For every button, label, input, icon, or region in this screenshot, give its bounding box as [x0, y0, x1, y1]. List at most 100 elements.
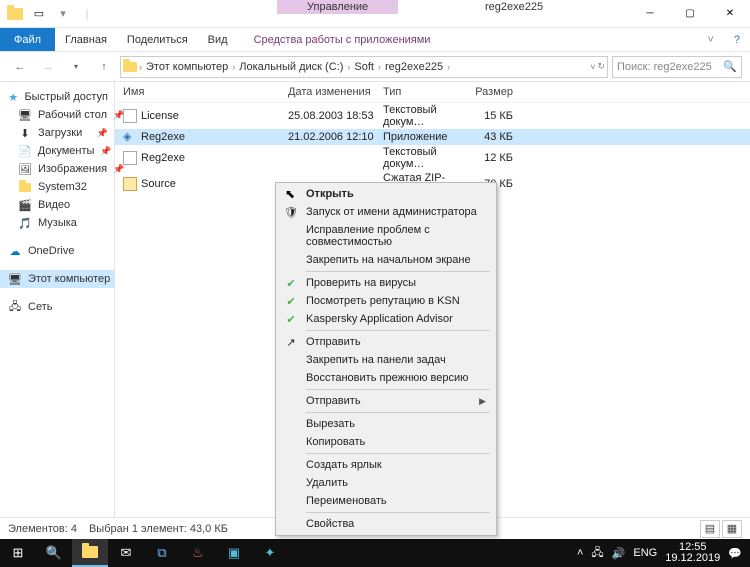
chevron-right-icon[interactable]: › — [139, 62, 142, 72]
start-button[interactable]: ⊞ — [0, 539, 36, 567]
taskbar-search-button[interactable]: 🔍 — [36, 539, 72, 567]
menu-properties[interactable]: Свойства — [278, 515, 494, 533]
crumb-folder[interactable]: reg2exe225 — [383, 61, 445, 73]
menu-cut[interactable]: Вырезать — [278, 415, 494, 433]
col-date[interactable]: Дата изменения — [288, 86, 383, 98]
tray-date: 19.12.2019 — [665, 553, 720, 564]
nav-pictures[interactable]: 🖼Изображения📌 — [0, 160, 114, 178]
crumb-thispc[interactable]: Этот компьютер — [144, 61, 230, 73]
nav-music[interactable]: 🎵Музыка — [0, 214, 114, 232]
file-name: Reg2exe — [141, 152, 185, 164]
file-row[interactable]: ◈Reg2exe 21.02.2006 12:10 Приложение 43 … — [115, 129, 750, 145]
history-dropdown-icon[interactable]: ▾ — [64, 55, 88, 79]
tray-network-icon[interactable]: 🖧 — [591, 544, 603, 563]
chevron-right-icon[interactable]: › — [447, 62, 450, 72]
menu-kav-advisor[interactable]: ✔Kaspersky Application Advisor — [278, 310, 494, 328]
tray-volume-icon[interactable]: 🔊 — [612, 547, 626, 560]
menu-create-shortcut[interactable]: Создать ярлык — [278, 456, 494, 474]
desktop-icon: 🖥 — [18, 108, 32, 122]
minimize-button[interactable]: ─ — [630, 0, 670, 27]
file-row[interactable]: License 25.08.2003 18:53 Текстовый докум… — [115, 103, 750, 129]
tray-clock[interactable]: 12:55 19.12.2019 — [665, 542, 720, 564]
window-controls: ─ ▢ ✕ — [630, 0, 750, 27]
col-type[interactable]: Тип — [383, 86, 463, 98]
tray-chevron-icon[interactable]: ˄ — [577, 547, 583, 559]
textfile-icon — [123, 109, 137, 123]
menu-scan-virus[interactable]: ✔ Проверить на вирусы — [278, 274, 494, 292]
nav-item-label: Музыка — [38, 217, 77, 229]
breadcrumb[interactable]: › Этот компьютер › Локальный диск (C:) ›… — [120, 56, 608, 78]
nav-item-label: System32 — [38, 181, 87, 193]
close-button[interactable]: ✕ — [710, 0, 750, 27]
menu-run-as-admin[interactable]: 🛡Запуск от имени администратора — [278, 203, 494, 221]
refresh-icon[interactable]: ↻ — [597, 61, 605, 72]
menu-pin-start[interactable]: Закрепить на начальном экране — [278, 251, 494, 269]
menu-send-to[interactable]: Отправить▶ — [278, 392, 494, 410]
nav-documents[interactable]: 📄Документы📌 — [0, 142, 114, 160]
qat-properties-icon[interactable]: ▭ — [28, 3, 50, 25]
shield-icon: 🛡 — [283, 206, 299, 219]
menu-pin-taskbar[interactable]: Закрепить на панели задач — [278, 351, 494, 369]
taskbar-powershell[interactable]: ⧉ — [144, 539, 180, 567]
taskbar-mail[interactable]: ✉ — [108, 539, 144, 567]
main-area: ★Быстрый доступ 🖥Рабочий стол📌 ⬇Загрузки… — [0, 82, 750, 522]
col-size[interactable]: Размер — [463, 86, 513, 98]
ribbon-context-title: Управление — [277, 0, 398, 14]
menu-copy[interactable]: Копировать — [278, 433, 494, 451]
chevron-right-icon[interactable]: › — [347, 62, 350, 72]
chevron-right-icon[interactable]: › — [232, 62, 235, 72]
taskbar-explorer[interactable] — [72, 539, 108, 567]
back-button[interactable]: ← — [8, 55, 32, 79]
tray-notifications-icon[interactable]: 💬 — [728, 547, 742, 560]
crumb-soft[interactable]: Soft — [352, 61, 376, 73]
taskbar-app1[interactable]: ♨ — [180, 539, 216, 567]
view-icons-button[interactable]: ▦ — [722, 520, 742, 538]
menu-ksn[interactable]: ✔Посмотреть репутацию в KSN — [278, 292, 494, 310]
shield-check-icon: ✔ — [283, 277, 299, 290]
nav-quick-access[interactable]: ★Быстрый доступ — [0, 88, 114, 106]
ribbon-tab-share[interactable]: Поделиться — [117, 28, 198, 51]
address-dropdown-icon[interactable]: ˅ — [590, 62, 595, 72]
taskbar-app2[interactable]: ▣ — [216, 539, 252, 567]
menu-open[interactable]: Открыть — [278, 185, 494, 203]
file-name: Source — [141, 178, 176, 190]
nav-this-pc[interactable]: 🖥Этот компьютер — [0, 270, 114, 288]
search-input[interactable]: Поиск: reg2exe225 🔍 — [612, 56, 742, 78]
nav-system32[interactable]: System32 — [0, 178, 114, 196]
ribbon-tab-view[interactable]: Вид — [198, 28, 238, 51]
nav-videos[interactable]: 🎬Видео — [0, 196, 114, 214]
shield-check-icon: ✔ — [283, 313, 299, 326]
tray-language[interactable]: ENG — [633, 547, 657, 559]
menu-restore-previous[interactable]: Восстановить прежнюю версию — [278, 369, 494, 387]
ribbon-tab-apptools[interactable]: Средства работы с приложениями — [244, 28, 441, 51]
menu-label: Проверить на вирусы — [306, 277, 416, 289]
menu-delete[interactable]: Удалить — [278, 474, 494, 492]
crumb-drive[interactable]: Локальный диск (C:) — [237, 61, 345, 73]
column-headers[interactable]: Имя Дата изменения Тип Размер — [115, 82, 750, 103]
chevron-right-icon[interactable]: › — [378, 62, 381, 72]
col-name[interactable]: Имя — [123, 86, 288, 98]
menu-share[interactable]: ↗Отправить — [278, 333, 494, 351]
ribbon-file-tab[interactable]: Файл — [0, 28, 55, 51]
menu-label: Закрепить на начальном экране — [306, 254, 471, 266]
maximize-button[interactable]: ▢ — [670, 0, 710, 27]
ribbon-expand-icon[interactable]: ˅ — [697, 28, 723, 51]
forward-button[interactable]: → — [36, 55, 60, 79]
qat-dropdown-icon[interactable]: ▾ — [52, 3, 74, 25]
view-details-button[interactable]: ▤ — [700, 520, 720, 538]
menu-label: Вырезать — [306, 418, 355, 430]
menu-rename[interactable]: Переименовать — [278, 492, 494, 510]
ribbon-tab-home[interactable]: Главная — [55, 28, 117, 51]
star-icon: ★ — [8, 90, 18, 104]
menu-label: Копировать — [306, 436, 365, 448]
taskbar-app3[interactable]: ✦ — [252, 539, 288, 567]
nav-desktop[interactable]: 🖥Рабочий стол📌 — [0, 106, 114, 124]
nav-downloads[interactable]: ⬇Загрузки📌 — [0, 124, 114, 142]
search-icon[interactable]: 🔍 — [723, 60, 737, 73]
up-button[interactable]: ↑ — [92, 55, 116, 79]
menu-compatibility[interactable]: Исправление проблем с совместимостью — [278, 221, 494, 251]
nav-onedrive[interactable]: ☁OneDrive — [0, 242, 114, 260]
nav-network[interactable]: 🖧Сеть — [0, 298, 114, 316]
ribbon-help-icon[interactable]: ? — [724, 28, 750, 51]
file-row[interactable]: Reg2exe Текстовый докум… 12 КБ — [115, 145, 750, 171]
